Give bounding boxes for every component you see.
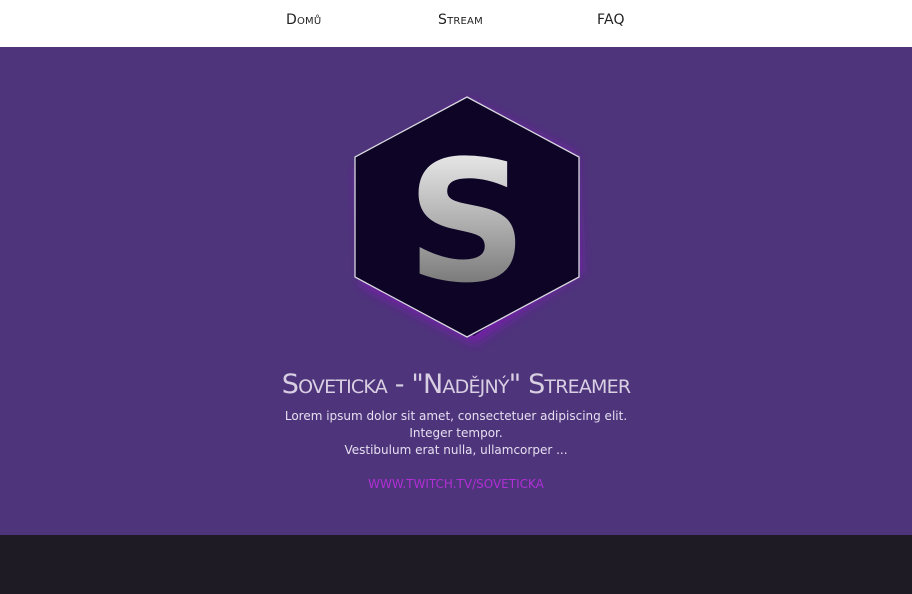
page-title: Soveticka - "Nadějný" Streamer: [281, 369, 631, 400]
nav-link-domu[interactable]: Domů: [286, 12, 321, 28]
twitch-link[interactable]: WWW.TWITCH.TV/SOVETICKA: [0, 477, 912, 491]
nav-link-stream[interactable]: Stream: [438, 12, 483, 28]
top-navigation: Domů Stream FAQ: [0, 0, 912, 47]
description-line: Lorem ipsum dolor sit amet, consectetuer…: [284, 409, 628, 423]
footer: [0, 535, 912, 594]
hero-section: S Soveticka - "Nadějný" Streamer Lorem i…: [0, 47, 912, 535]
description-line: Integer tempor.: [409, 426, 503, 440]
description-line: Vestibulum erat nulla, ullamcorper ...: [344, 443, 568, 457]
nav-link-faq[interactable]: FAQ: [597, 12, 625, 28]
logo-letter: S: [407, 124, 528, 320]
hero-description: Lorem ipsum dolor sit amet, consectetuer…: [0, 408, 912, 459]
hexagon-s-logo-icon: S: [338, 92, 598, 352]
